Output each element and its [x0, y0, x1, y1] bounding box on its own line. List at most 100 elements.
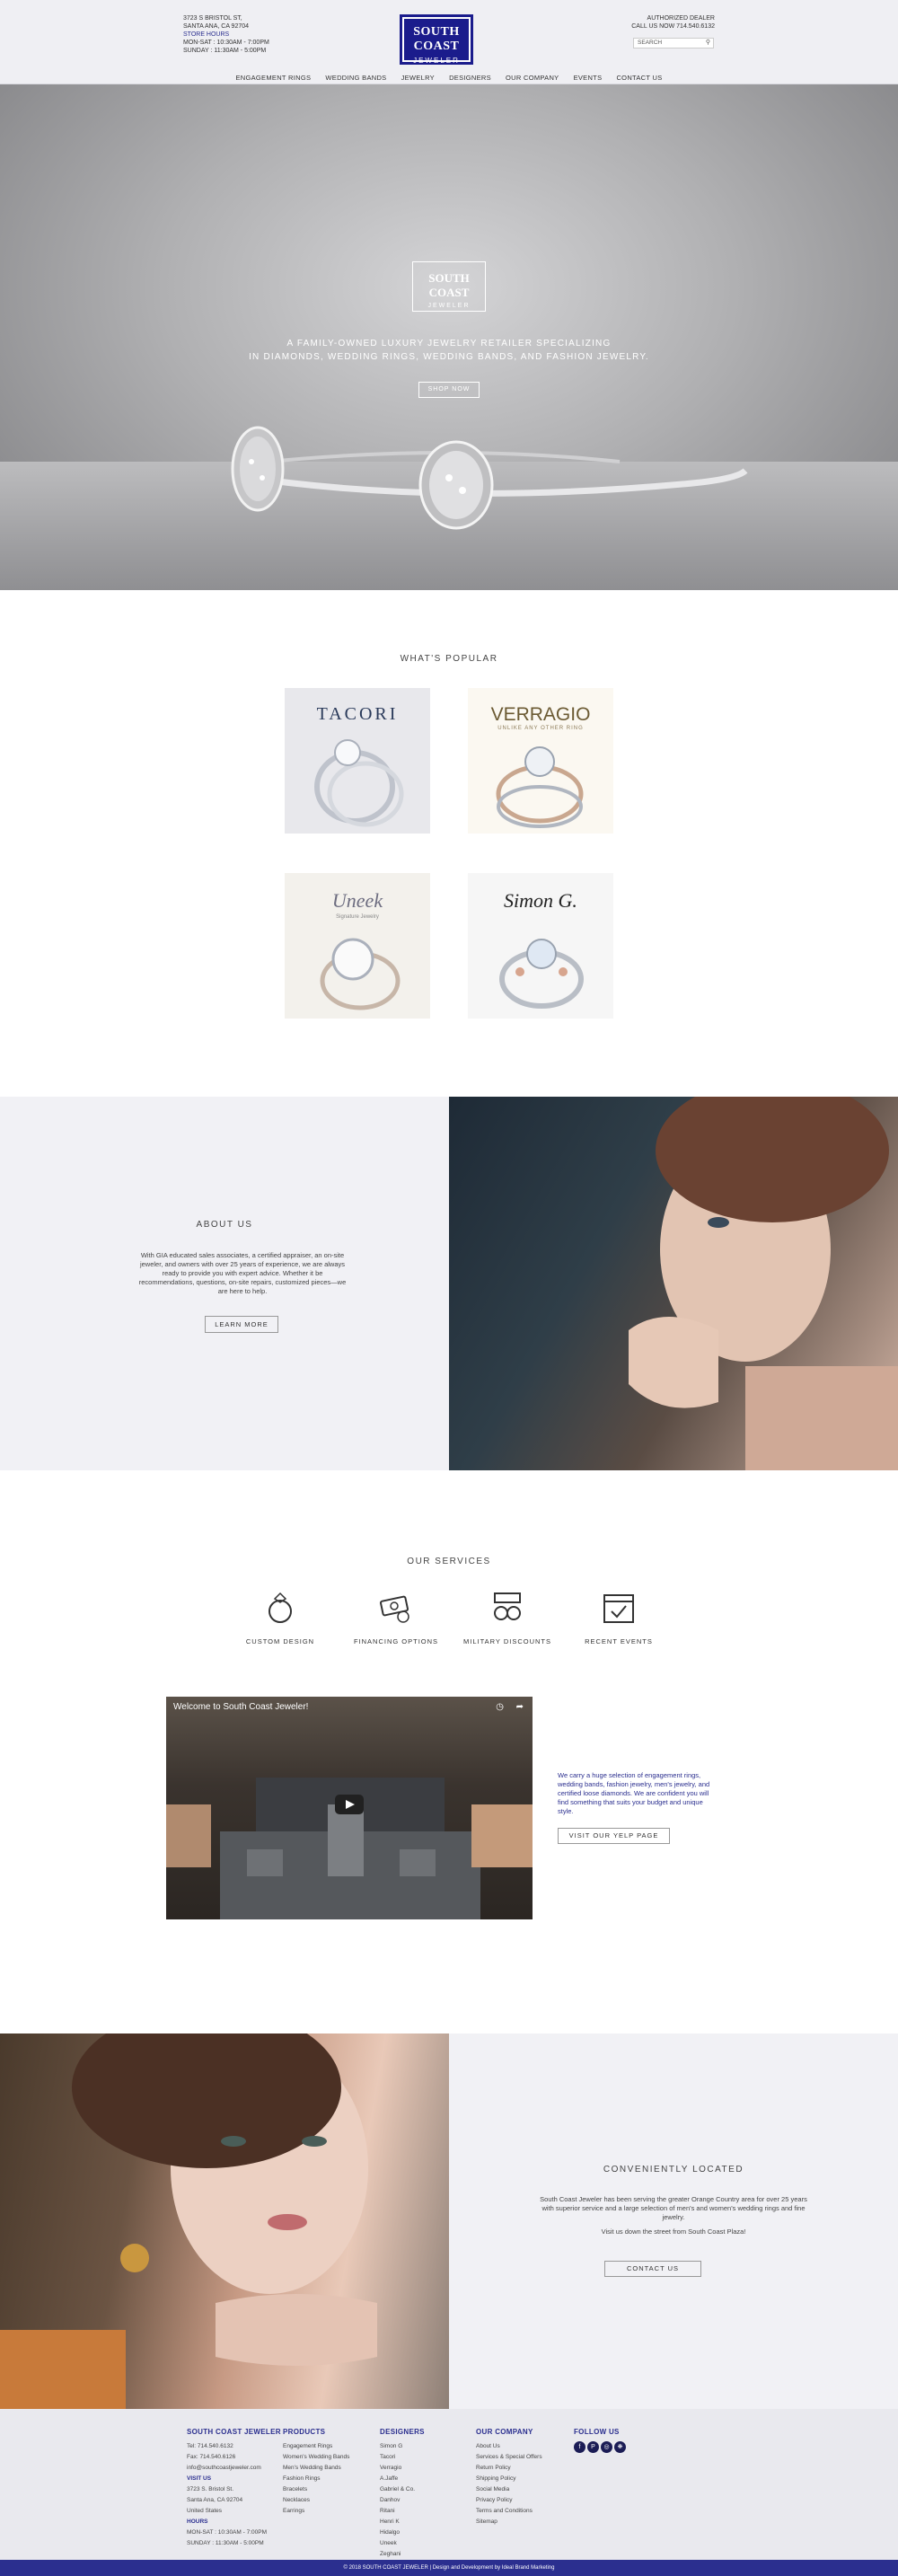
footer-hours2: SUNDAY : 11:30AM - 5:00PM — [187, 2540, 264, 2546]
shop-now-button[interactable]: SHOP NOW — [418, 382, 480, 398]
footer-link[interactable]: A.Jaffe — [380, 2474, 425, 2484]
nav-jewelry[interactable]: JEWELRY — [401, 74, 435, 82]
service-label: RECENT EVENTS — [585, 1637, 653, 1645]
footer-link[interactable]: Verragio — [380, 2463, 425, 2474]
brand-tile-tacori[interactable]: TACORI — [285, 688, 430, 834]
brand-tile-verragio[interactable]: VERRAGIO UNLIKE ANY OTHER RING — [468, 688, 613, 834]
main-nav: ENGAGEMENT RINGS WEDDING BANDS JEWELRY D… — [0, 74, 898, 82]
footer-hours1: MON-SAT : 10:30AM - 7:00PM — [187, 2529, 267, 2536]
hero-logo: SOUTH COAST JEWELER — [412, 261, 486, 312]
footer-follow-title: FOLLOW US — [574, 2428, 620, 2436]
footer-link[interactable]: Bracelets — [283, 2484, 349, 2495]
footer-addr3: United States — [187, 2508, 223, 2514]
service-custom-design[interactable]: CUSTOM DESIGN — [222, 1590, 339, 1645]
pinterest-icon[interactable]: P — [587, 2441, 599, 2453]
footer-link[interactable]: Necklaces — [283, 2495, 349, 2506]
footer-col-our-company: OUR COMPANY About Us Services & Special … — [476, 2427, 542, 2527]
facebook-icon[interactable]: f — [574, 2441, 585, 2453]
footer-link[interactable]: Shipping Policy — [476, 2474, 542, 2484]
service-financing-options[interactable]: FINANCING OPTIONS — [338, 1590, 454, 1645]
logo-line2: JEWELER — [413, 57, 460, 65]
calendar-icon — [603, 1594, 634, 1623]
nav-our-company[interactable]: OUR COMPANY — [506, 74, 559, 82]
search-input[interactable]: SEARCH ⚲ — [633, 38, 714, 49]
footer-link[interactable]: Uneek — [380, 2538, 425, 2549]
hero-logo-line1: SOUTH COAST — [428, 271, 470, 299]
footer-link[interactable]: About Us — [476, 2441, 542, 2452]
store-info: 3723 S BRISTOL ST, SANTA ANA, CA 92704 S… — [183, 14, 269, 55]
about-section: ABOUT US With GIA educated sales associa… — [0, 1097, 449, 1470]
footer-products-title: PRODUCTS — [283, 2428, 326, 2436]
search-icon[interactable]: ⚲ — [706, 39, 710, 48]
store-hours-link[interactable]: STORE HOURS — [183, 31, 269, 39]
footer-link[interactable]: Terms and Conditions — [476, 2506, 542, 2517]
footer-link[interactable]: Privacy Policy — [476, 2495, 542, 2506]
footer-link[interactable]: Henri K — [380, 2517, 425, 2527]
share-icon[interactable]: ➦ — [516, 1702, 524, 1712]
footer-designers-title: DESIGNERS — [380, 2428, 425, 2436]
site-header: 3723 S BRISTOL ST, SANTA ANA, CA 92704 S… — [0, 0, 898, 84]
nav-events[interactable]: EVENTS — [574, 74, 603, 82]
footer-link[interactable]: Danhov — [380, 2495, 425, 2506]
authorized-dealer-link[interactable]: AUTHORIZED DEALER — [631, 14, 715, 22]
copyright-bar: © 2018 SOUTH COAST JEWELER | Design and … — [0, 2560, 898, 2576]
footer-link[interactable]: Social Media — [476, 2484, 542, 2495]
learn-more-button[interactable]: LEARN MORE — [205, 1316, 278, 1333]
footer-link[interactable]: Hidalgo — [380, 2527, 425, 2538]
footer-email[interactable]: info@southcoastjeweler.com — [187, 2463, 281, 2474]
service-recent-events[interactable]: RECENT EVENTS — [560, 1590, 677, 1645]
service-label: MILITARY DISCOUNTS — [462, 1637, 551, 1645]
video-title: Welcome to South Coast Jeweler! — [173, 1702, 309, 1712]
hero-logo-line2: JEWELER — [427, 303, 471, 309]
video-player[interactable]: Welcome to South Coast Jeweler! ◷ ➦ — [166, 1697, 533, 1919]
watch-later-icon[interactable]: ◷ — [496, 1702, 504, 1712]
ring-image — [496, 746, 584, 828]
footer-link[interactable]: Services & Special Offers — [476, 2452, 542, 2463]
footer-link[interactable]: Tacori — [380, 2452, 425, 2463]
footer-addr2: Santa Ana, CA 92704 — [187, 2497, 243, 2503]
footer-link[interactable]: Return Policy — [476, 2463, 542, 2474]
yelp-icon[interactable]: ❋ — [614, 2441, 626, 2453]
footer-link[interactable]: Sitemap — [476, 2517, 542, 2527]
hero-tagline-line1: A FAMILY-OWNED LUXURY JEWELRY RETAILER S… — [286, 339, 612, 348]
contact-info: AUTHORIZED DEALER CALL US NOW 714.540.61… — [631, 14, 715, 31]
video-description: We carry a huge selection of engagement … — [558, 1771, 719, 1816]
footer-link[interactable]: Women's Wedding Bands — [283, 2452, 349, 2463]
ring-image — [314, 739, 404, 827]
medal-icon — [494, 1592, 521, 1620]
footer-col-company-info: SOUTH COAST JEWELER Tel: 714.540.6132 Fa… — [187, 2427, 281, 2549]
ring-image — [320, 938, 401, 1010]
logo-line1: SOUTH COAST — [413, 25, 460, 53]
located-section: CONVENIENTLY LOCATED South Coast Jeweler… — [449, 2033, 898, 2409]
yelp-button[interactable]: VISIT OUR YELP PAGE — [558, 1828, 670, 1844]
play-icon[interactable] — [335, 1795, 364, 1814]
ring-image — [499, 939, 584, 1009]
footer-link[interactable]: Men's Wedding Bands — [283, 2463, 349, 2474]
located-photo — [0, 2033, 449, 2409]
call-us-link[interactable]: CALL US NOW 714.540.6132 — [631, 22, 715, 31]
nav-wedding-bands[interactable]: WEDDING BANDS — [325, 74, 386, 82]
footer-addr1: 3723 S. Bristol St. — [187, 2486, 234, 2492]
footer-link[interactable]: Simon G — [380, 2441, 425, 2452]
brand-tile-uneek[interactable]: Uneek Signature Jewelry — [285, 873, 430, 1019]
located-visit-text: Visit us down the street from South Coas… — [601, 2228, 746, 2236]
hero-banner: SOUTH COAST JEWELER A FAMILY-OWNED LUXUR… — [0, 84, 898, 590]
nav-contact-us[interactable]: CONTACT US — [616, 74, 662, 82]
footer-link[interactable]: Fashion Rings — [283, 2474, 349, 2484]
footer-link[interactable]: Gabriel & Co. — [380, 2484, 425, 2495]
located-title: CONVENIENTLY LOCATED — [603, 2165, 744, 2175]
footer-tel[interactable]: Tel: 714.540.6132 — [187, 2441, 281, 2452]
about-title: ABOUT US — [196, 1220, 253, 1230]
nav-designers[interactable]: DESIGNERS — [449, 74, 491, 82]
brand-tile-simon-g[interactable]: Simon G. — [468, 873, 613, 1019]
nav-engagement-rings[interactable]: ENGAGEMENT RINGS — [235, 74, 311, 82]
footer-link[interactable]: Earrings — [283, 2506, 349, 2517]
footer-link[interactable]: Engagement Rings — [283, 2441, 349, 2452]
contact-us-button[interactable]: CONTACT US — [604, 2261, 701, 2277]
footer-link[interactable]: Ritani — [380, 2506, 425, 2517]
instagram-icon[interactable]: ◎ — [601, 2441, 612, 2453]
footer-link[interactable]: Zeghani — [380, 2549, 425, 2560]
about-text: With GIA educated sales associates, a ce… — [138, 1251, 347, 1295]
service-military-discounts[interactable]: MILITARY DISCOUNTS — [449, 1590, 566, 1645]
site-logo[interactable]: SOUTH COAST JEWELER — [400, 14, 473, 65]
